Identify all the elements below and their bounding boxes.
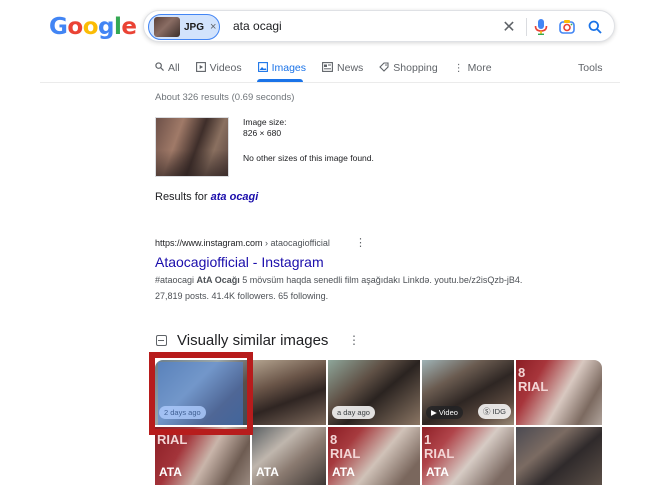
tab-label: More [467, 62, 492, 74]
result-snippet-line1: #ataocagi AtA Ocağı 5 mövsüm haqda sened… [155, 275, 522, 285]
play-icon: ▶ [431, 408, 437, 417]
poster-text: RIAL [157, 432, 188, 447]
result-path: › ataocagiofficial [262, 238, 330, 248]
image-query-chip[interactable]: JPG × [148, 14, 220, 40]
poster-text: 1 RIAL [424, 432, 455, 461]
ata-overlay-text: ATA [332, 465, 355, 479]
tab-all[interactable]: All [155, 60, 180, 76]
similar-image[interactable]: ▶ Video Ⓢ IDG [422, 360, 514, 425]
tab-label: Images [271, 62, 307, 74]
poster-text: 8 RIAL [330, 432, 361, 461]
snippet-text: #ataocagi [155, 275, 197, 285]
chip-label: JPG [184, 21, 205, 33]
image-icon [257, 61, 268, 75]
results-for-query-link[interactable]: ata ocagi [211, 191, 259, 203]
similar-image[interactable]: 1 RIAL ATA [422, 427, 514, 485]
result-stats: About 326 results (0.69 seconds) [155, 92, 295, 103]
result-snippet-line2: 27,819 posts. 41.4K followers. 65 follow… [155, 291, 329, 301]
similar-image[interactable] [252, 360, 326, 425]
selection-highlight-box [149, 352, 253, 435]
microphone-icon[interactable] [531, 17, 551, 37]
image-size-value: 826 × 680 [243, 128, 282, 138]
search-divider [526, 18, 527, 36]
results-for-prefix: Results for [155, 191, 208, 203]
result-title-link[interactable]: Ataocagiofficial - Instagram [155, 254, 324, 270]
ata-overlay-text: ATA [159, 465, 182, 479]
age-badge: a day ago [332, 406, 375, 419]
result-domain: https://www.instagram.com [155, 238, 263, 248]
more-vertical-icon: ⋮ [453, 62, 464, 74]
tab-shopping[interactable]: Shopping [379, 60, 438, 76]
tab-videos[interactable]: Videos [195, 60, 242, 76]
similar-image[interactable]: RIAL ATA [155, 427, 250, 485]
snippet-text: 5 mövsüm haqda senedli film aşağıdakı Li… [239, 275, 523, 285]
tab-label: Videos [209, 62, 242, 74]
similar-image[interactable]: a day ago [328, 360, 420, 425]
tab-label: News [337, 62, 364, 74]
tab-images[interactable]: Images [257, 60, 307, 76]
chip-thumbnail [154, 17, 180, 37]
clear-icon[interactable]: ✕ [499, 17, 519, 37]
search-input[interactable]: ata ocagi [233, 19, 282, 33]
tab-label: All [168, 62, 180, 74]
similar-image[interactable]: 8 RIAL ATA [328, 427, 420, 485]
snippet-bold: AtA Ocağı [196, 275, 240, 285]
visually-similar-title: Visually similar images [177, 332, 329, 349]
video-icon [195, 61, 206, 75]
source-badge: Ⓢ IDG [478, 404, 511, 419]
no-other-sizes-text: No other sizes of this image found. [243, 153, 374, 163]
result-url[interactable]: https://www.instagram.com › ataocagioffi… [155, 238, 330, 248]
tag-icon [379, 61, 389, 75]
similar-menu-icon[interactable]: ⋮ [348, 333, 360, 347]
image-icon [156, 335, 167, 346]
tab-more[interactable]: ⋮ More [454, 60, 492, 76]
tab-label: Shopping [393, 62, 438, 74]
news-icon [322, 61, 333, 75]
video-label: Video [438, 408, 458, 417]
poster-text: 8 RIAL [518, 365, 549, 394]
google-logo[interactable]: Google [49, 14, 137, 40]
search-box[interactable]: JPG × ata ocagi ✕ [143, 10, 615, 42]
similar-image[interactable] [516, 427, 602, 485]
tools-button[interactable]: Tools [578, 62, 603, 74]
chip-close-icon[interactable]: × [210, 21, 216, 33]
lens-camera-icon[interactable] [557, 17, 577, 37]
similar-image[interactable]: ATA [252, 427, 326, 485]
search-tabs: All Videos Images News Shopping ⋮ More [155, 60, 508, 76]
search-icon[interactable] [585, 17, 605, 37]
tab-news[interactable]: News [322, 60, 363, 76]
image-size-label: Image size: [243, 117, 287, 127]
search-icon [155, 62, 164, 74]
results-for: Results for ata ocagi [155, 191, 258, 203]
query-image-thumbnail[interactable] [155, 117, 229, 177]
video-badge: ▶ Video [426, 406, 463, 419]
header-divider [40, 82, 620, 83]
result-menu-icon[interactable]: ⋮ [355, 236, 366, 249]
similar-image[interactable]: 8 RIAL [516, 360, 602, 425]
ata-overlay-text: ATA [256, 465, 279, 479]
ata-overlay-text: ATA [426, 465, 449, 479]
